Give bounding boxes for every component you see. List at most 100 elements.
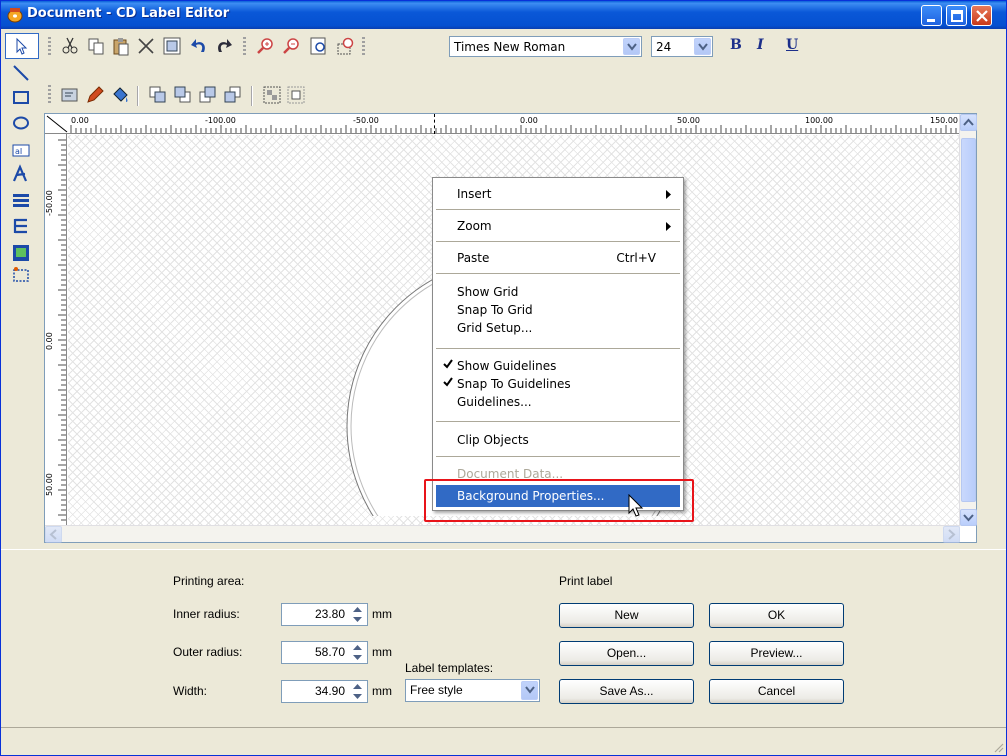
svg-text:aI: aI [15,147,22,156]
fill-bucket-icon[interactable] [109,84,131,106]
cut-icon[interactable] [59,35,81,57]
ok-button[interactable]: OK [709,603,844,628]
inner-radius-unit: mm [372,607,392,621]
pointer-tool-icon[interactable] [11,36,31,56]
app-icon [7,8,23,23]
close-icon [976,10,988,22]
save-as-button[interactable]: Save As... [559,679,694,704]
chevron-left-icon [49,529,57,540]
chevron-down-icon[interactable] [623,38,640,55]
scroll-left-button[interactable] [45,526,62,543]
submenu-arrow-icon [666,222,671,231]
select-all-icon[interactable] [161,35,183,57]
properties-icon[interactable] [59,84,81,106]
printing-area-heading: Printing area: [173,574,245,588]
italic-button[interactable]: I [757,37,764,53]
frame-tool-icon[interactable] [11,265,31,285]
ruler-label: 50.00 [45,473,54,496]
menu-item-show-guidelines[interactable]: Show Guidelines [436,356,680,376]
curved-text-tool-icon[interactable] [11,164,31,184]
outer-radius-label: Outer radius: [173,645,243,659]
new-button[interactable]: New [559,603,694,628]
text-box-tool-icon[interactable]: aI [11,141,31,161]
spinner-arrows-icon[interactable] [349,643,366,662]
rectangle-tool-icon[interactable] [11,88,31,108]
tree-tool-icon[interactable] [11,216,31,236]
menu-item-paste[interactable]: Paste Ctrl+V [436,248,680,268]
scroll-up-button[interactable] [960,114,977,131]
line-tool-icon[interactable] [11,63,31,83]
menu-item-insert[interactable]: Insert [436,184,680,204]
bring-forward-icon[interactable] [197,84,219,106]
menu-item-snap-to-grid[interactable]: Snap To Grid [436,300,680,320]
group-icon[interactable] [261,84,283,106]
ungroup-icon[interactable] [285,84,307,106]
maximize-icon [951,10,963,22]
ruler-label: 0.00 [45,332,54,350]
font-size-select[interactable]: 24 [651,36,713,57]
width-unit: mm [372,684,392,698]
list-tool-icon[interactable] [11,191,31,211]
menu-item-label: Insert [457,187,492,201]
font-family-value: Times New Roman [454,40,566,54]
delete-icon[interactable] [135,35,157,57]
scroll-thumb[interactable] [961,138,976,502]
menu-item-clip-objects[interactable]: Clip Objects [436,430,680,450]
horizontal-scrollbar[interactable] [45,525,960,543]
inner-radius-spinner[interactable]: 23.80 [281,603,368,626]
menu-item-show-grid[interactable]: Show Grid [436,282,680,302]
chevron-down-icon[interactable] [521,681,538,700]
resize-grip-icon[interactable] [992,741,1004,753]
chevron-down-icon[interactable] [694,38,711,55]
paste-icon[interactable] [110,35,132,57]
spinner-arrows-icon[interactable] [349,682,366,701]
open-button[interactable]: Open... [559,641,694,666]
pen-icon[interactable] [84,84,106,106]
title-bar[interactable]: Document - CD Label Editor [1,1,1006,29]
spinner-arrows-icon[interactable] [349,605,366,624]
menu-item-shortcut: Ctrl+V [616,251,656,265]
zoom-in-icon[interactable] [255,35,277,57]
vertical-ruler: -50.00 0.00 50.00 [45,134,67,526]
cancel-button[interactable]: Cancel [709,679,844,704]
send-backward-icon[interactable] [222,84,244,106]
width-spinner[interactable]: 34.90 [281,680,368,703]
undo-icon[interactable] [188,35,210,57]
ruler-label: 0.00 [520,116,538,125]
menu-item-snap-to-guidelines[interactable]: Snap To Guidelines [436,374,680,394]
underline-button[interactable]: U [786,37,798,53]
scroll-right-button[interactable] [943,526,960,543]
label-templates-value: Free style [410,683,463,697]
bring-front-icon[interactable] [147,84,169,106]
scroll-down-button[interactable] [960,509,977,526]
zoom-page-icon[interactable] [308,35,330,57]
font-family-select[interactable]: Times New Roman [449,36,642,57]
image-tool-icon[interactable] [11,243,31,263]
outer-radius-spinner[interactable]: 58.70 [281,641,368,664]
copy-icon[interactable] [85,35,107,57]
ellipse-tool-icon[interactable] [11,113,31,133]
mouse-cursor-icon [628,494,644,517]
menu-item-label: Guidelines... [457,395,532,409]
menu-item-grid-setup[interactable]: Grid Setup... [436,318,680,338]
label-templates-select[interactable]: Free style [405,679,540,702]
menu-item-label: Paste [457,251,490,265]
redo-icon[interactable] [213,35,235,57]
menu-item-guidelines[interactable]: Guidelines... [436,392,680,412]
send-back-icon[interactable] [172,84,194,106]
maximize-button[interactable] [946,5,967,26]
checkmark-icon [443,359,453,369]
bold-button[interactable]: B [730,37,742,53]
zoom-selection-icon[interactable] [335,35,357,57]
close-button[interactable] [971,5,992,26]
zoom-out-icon[interactable] [281,35,303,57]
chevron-down-icon [963,514,974,522]
menu-item-zoom[interactable]: Zoom [436,216,680,236]
preview-button[interactable]: Preview... [709,641,844,666]
outer-radius-unit: mm [372,645,392,659]
highlight-annotation-box [424,479,694,522]
menu-item-label: Grid Setup... [457,321,533,335]
minimize-button[interactable] [921,5,942,26]
outer-radius-value: 58.70 [314,645,345,659]
vertical-scrollbar[interactable] [959,114,977,526]
